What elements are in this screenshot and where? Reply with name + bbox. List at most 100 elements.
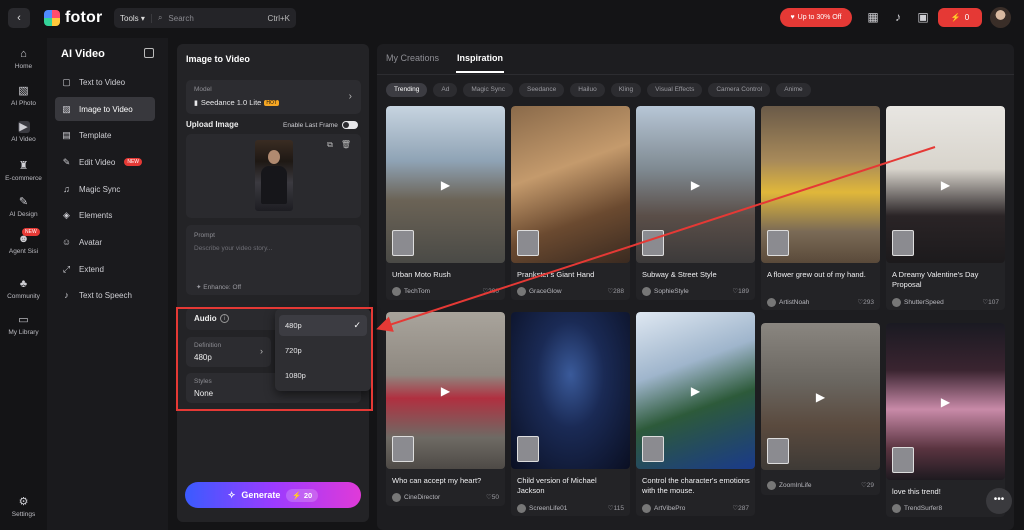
prompt-box[interactable]: Prompt Describe your video story... ✦ En… <box>186 225 361 295</box>
video-card[interactable]: ▶ Who can accept my heart? CineDirector … <box>386 312 505 506</box>
model-selector[interactable]: Model ▮ Seedance 1.0 Lite HOT › <box>186 80 361 114</box>
menu-elements[interactable]: ◈ Elements <box>55 203 155 227</box>
tab-my-creations[interactable]: My Creations <box>386 53 439 63</box>
card-author[interactable]: ArtVibePro <box>642 504 685 513</box>
avatar <box>767 298 776 307</box>
menu-image-to-video[interactable]: ▨ Image to Video <box>55 97 155 121</box>
promo-button[interactable]: ♥ Up to 30% Off <box>780 8 852 27</box>
nav-agent-sisi[interactable]: ☻ Agent Sisi <box>0 233 47 255</box>
video-card[interactable]: ▶ love this trend! TrendSurfer8 <box>886 323 1005 517</box>
card-author[interactable]: ZoomInLife <box>767 481 812 490</box>
chip-trending[interactable]: Trending <box>386 83 428 97</box>
tab-inspiration[interactable]: Inspiration <box>457 53 503 63</box>
video-card[interactable]: ▶ Control the character's emotions with … <box>636 312 755 516</box>
card-author[interactable]: ScreenLife01 <box>517 504 567 513</box>
folder-icon: ▭ <box>18 314 29 326</box>
check-icon: ✓ <box>353 320 361 330</box>
card-likes[interactable]: ♡29 <box>861 481 874 489</box>
video-card[interactable]: Prankster's Giant Hand GraceGlow ♡288 <box>511 106 630 300</box>
back-button[interactable]: ‹ <box>8 8 30 28</box>
apps-grid-icon[interactable]: ▦ <box>866 10 880 24</box>
menu-avatar[interactable]: ☺ Avatar <box>55 230 155 254</box>
menu-template[interactable]: ▤ Template <box>55 123 155 147</box>
card-likes[interactable]: ♡189 <box>732 287 749 295</box>
fotor-logo[interactable]: fotor <box>44 9 102 27</box>
video-card[interactable]: ▶ Urban Moto Rush TechTom ♡200 <box>386 106 505 300</box>
card-likes[interactable]: ♡287 <box>732 504 749 512</box>
gift-box-icon[interactable]: ▣ <box>916 10 930 24</box>
credits-button[interactable]: ⚡ 0 <box>938 8 982 27</box>
nav-home[interactable]: ⌂ Home <box>0 48 47 70</box>
collapse-panel-icon[interactable] <box>144 48 154 58</box>
play-icon: ▶ <box>440 384 451 398</box>
definition-option-1080p[interactable]: 1080p <box>279 365 367 386</box>
chip-magic-sync[interactable]: Magic Sync <box>463 83 513 97</box>
card-author[interactable]: ArtistNoah <box>767 298 809 307</box>
nav-community[interactable]: ♣ Community <box>0 278 47 300</box>
card-author[interactable]: CineDirector <box>392 493 440 502</box>
more-options-button[interactable]: ••• <box>986 488 1012 514</box>
card-author[interactable]: SophieStyle <box>642 287 689 296</box>
nav-e-commerce[interactable]: ♜ E-commerce <box>0 160 47 182</box>
video-card[interactable]: A flower grew out of my hand. ArtistNoah… <box>761 106 880 310</box>
menu-magic-sync[interactable]: ♫ Magic Sync <box>55 177 155 201</box>
definition-dropdown: 480p ✓ 720p 1080p <box>275 309 371 391</box>
card-likes[interactable]: ♡50 <box>486 493 499 501</box>
chip-seedance[interactable]: Seedance <box>518 83 565 97</box>
sparkle-icon: ✧ <box>227 489 236 500</box>
card-author[interactable]: GraceGlow <box>517 287 562 296</box>
card-likes[interactable]: ♡107 <box>982 298 999 306</box>
source-image-thumbnail <box>392 436 414 462</box>
generate-button[interactable]: ✧ Generate ⚡ 20 <box>185 482 361 508</box>
video-card[interactable]: ▶ ZoomInLife ♡29 <box>761 323 880 495</box>
info-icon[interactable]: i <box>220 314 229 323</box>
enhance-toggle[interactable]: ✦ Enhance: Off <box>196 283 241 291</box>
extend-icon: ⤢ <box>62 263 71 274</box>
nav-ai-photo[interactable]: ▧ AI Photo <box>0 85 47 107</box>
tools-dropdown[interactable]: Tools ▾ <box>120 13 152 23</box>
chip-anime[interactable]: Anime <box>776 83 811 97</box>
logo-text: fotor <box>65 9 103 26</box>
video-card[interactable]: ▶ A Dreamy Valentine's Day Proposal Shut… <box>886 106 1005 310</box>
card-title: A Dreamy Valentine's Day Proposal <box>892 270 979 289</box>
trash-icon[interactable]: 🗑 <box>341 140 351 150</box>
definition-option-720p[interactable]: 720p <box>279 340 367 361</box>
nav-settings[interactable]: ⚙ Settings <box>0 496 47 518</box>
nav-ai-video[interactable]: ▶ AI Video <box>0 121 47 143</box>
chip-kling[interactable]: Kling <box>610 83 642 97</box>
menu-text-to-video[interactable]: ▢ Text to Video <box>55 70 155 94</box>
avatar <box>517 504 526 513</box>
card-author[interactable]: TrendSurfer8 <box>892 504 942 513</box>
card-likes[interactable]: ♡293 <box>857 298 874 306</box>
card-likes[interactable]: ♡288 <box>607 287 624 295</box>
nav-my-library[interactable]: ▭ My Library <box>0 314 47 336</box>
chip-camera-control[interactable]: Camera Control <box>708 83 771 97</box>
card-author[interactable]: ShutterSpeed <box>892 298 944 307</box>
card-likes[interactable]: ♡115 <box>608 504 624 512</box>
left-nav: ⌂ Home ▧ AI Photo ▶ AI Video ♜ E-commerce ✎ A… <box>0 38 47 530</box>
nav-ai-design[interactable]: ✎ AI Design <box>0 196 47 218</box>
menu-edit-video[interactable]: ✎ Edit Video NEW <box>55 150 155 174</box>
logo-mark-icon <box>44 10 60 26</box>
definition-selector[interactable]: Definition 480p › <box>186 337 271 367</box>
card-author[interactable]: TechTom <box>392 287 430 296</box>
last-frame-toggle[interactable] <box>341 121 358 129</box>
chip-hailuo[interactable]: Hailuo <box>570 83 605 97</box>
chip-ad[interactable]: Ad <box>433 83 458 97</box>
hot-badge: HOT <box>264 99 279 106</box>
user-avatar[interactable] <box>990 7 1011 28</box>
bell-icon[interactable]: ♪ <box>891 10 905 24</box>
chip-visual-effects[interactable]: Visual Effects <box>647 83 703 97</box>
menu-extend[interactable]: ⤢ Extend <box>55 257 155 281</box>
card-likes[interactable]: ♡200 <box>482 287 499 295</box>
video-card[interactable]: ▶ Subway & Street Style SophieStyle ♡189 <box>636 106 755 300</box>
search-input[interactable]: Search <box>168 14 261 23</box>
menu-text-to-speech[interactable]: ♪ Text to Speech <box>55 283 155 307</box>
new-badge: NEW <box>124 158 142 166</box>
search-bar[interactable]: Tools ▾ ⌕ Search Ctrl+K <box>114 8 296 28</box>
upload-area[interactable]: ⧉ 🗑 <box>186 134 361 218</box>
copy-icon[interactable]: ⧉ <box>327 140 333 150</box>
video-card[interactable]: Child version of Michael Jackson ScreenL… <box>511 312 630 516</box>
prompt-input[interactable]: Describe your video story... <box>194 245 272 252</box>
definition-option-480p[interactable]: 480p ✓ <box>279 315 367 336</box>
